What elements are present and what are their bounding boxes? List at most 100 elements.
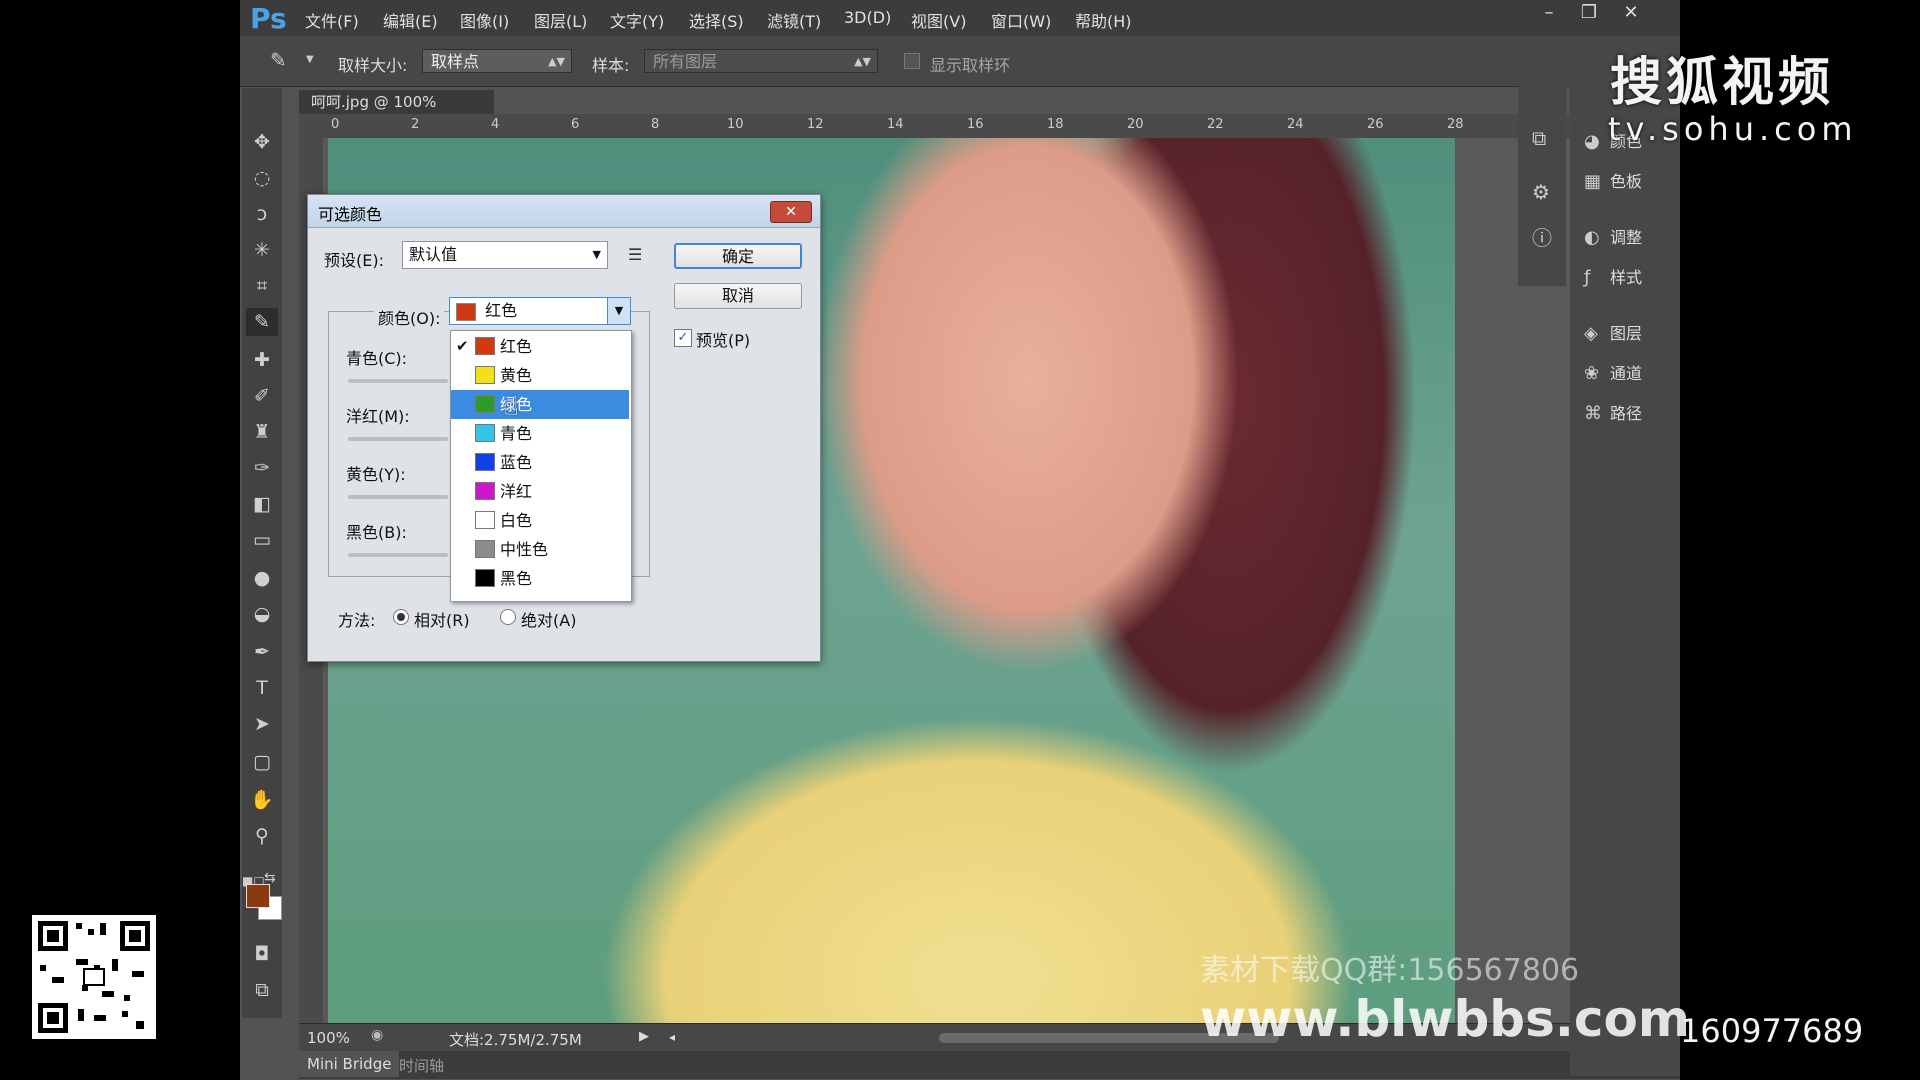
close-icon: ✕ — [785, 204, 797, 220]
info-icon[interactable]: ⓘ — [1532, 222, 1552, 251]
magenta-slider[interactable] — [348, 437, 448, 441]
marquee-tool-icon[interactable]: ◌ — [246, 164, 278, 192]
close-window-button[interactable]: ✕ — [1612, 2, 1650, 26]
menu-image[interactable]: 图像(I) — [460, 8, 509, 32]
lasso-tool-icon[interactable]: ↄ — [246, 200, 278, 228]
healing-brush-tool-icon[interactable]: ✚ — [246, 346, 278, 374]
move-tool-icon[interactable]: ✥ — [246, 128, 278, 156]
color-option-cyan[interactable]: 青色 — [451, 419, 629, 448]
minimize-button[interactable]: – — [1530, 2, 1568, 26]
menu-window[interactable]: 窗口(W) — [991, 8, 1051, 32]
color-option-magenta[interactable]: 洋红 — [451, 477, 629, 506]
hand-tool-icon[interactable]: ✋ — [246, 786, 278, 814]
menu-filter[interactable]: 滤镜(T) — [767, 8, 821, 32]
status-info-icon[interactable]: ◉ — [371, 1027, 383, 1043]
swatches-icon: ▦ — [1584, 171, 1602, 192]
cyan-slider[interactable] — [348, 379, 448, 383]
menu-type[interactable]: 文字(Y) — [610, 8, 664, 32]
black-slider[interactable] — [348, 553, 448, 557]
color-option-blue[interactable]: 蓝色 — [451, 448, 629, 477]
chevron-down-icon[interactable]: ▼ — [607, 298, 630, 324]
color-swatch — [475, 482, 495, 500]
option-label: 黄色 — [500, 366, 533, 385]
ruler-tick: 8 — [651, 117, 660, 132]
color-label: 颜色(O): — [374, 305, 445, 329]
panel-layers[interactable]: ◈ 图层 — [1584, 320, 1642, 344]
panel-swatches[interactable]: ▦ 色板 — [1584, 168, 1642, 192]
sample-size-label: 取样大小: — [338, 56, 408, 75]
pen-tool-icon[interactable]: ✒ — [246, 638, 278, 666]
menu-select[interactable]: 选择(S) — [689, 8, 744, 32]
quick-mask-icon[interactable]: ◘ — [246, 940, 278, 968]
panel-label: 路径 — [1610, 404, 1643, 423]
clone-stamp-tool-icon[interactable]: ♜ — [246, 418, 278, 446]
menu-help[interactable]: 帮助(H) — [1075, 8, 1132, 32]
color-option-red[interactable]: ✔ 红色 — [451, 332, 629, 361]
restore-button[interactable]: ❐ — [1570, 2, 1608, 26]
panel-adjustments[interactable]: ◐ 调整 — [1584, 224, 1642, 248]
menu-view[interactable]: 视图(V) — [911, 8, 966, 32]
eyedropper-icon[interactable]: ✎ — [270, 48, 287, 72]
sample-size-select[interactable]: 取样点 ▲▼ — [422, 49, 572, 73]
zoom-tool-icon[interactable]: ⚲ — [246, 822, 278, 850]
document-tab[interactable]: 呵呵.jpg @ 100%(RGB/8) × — [299, 90, 494, 135]
panel-channels[interactable]: ❀ 通道 — [1584, 360, 1642, 384]
menu-3d[interactable]: 3D(D) — [844, 8, 891, 27]
preset-select[interactable]: 默认值 ▼ — [402, 241, 608, 269]
type-tool-icon[interactable]: T — [246, 674, 278, 702]
scroll-left-icon[interactable]: ◂ — [669, 1030, 675, 1044]
bottom-panel-tabs: Mini Bridge 时间轴 — [299, 1051, 1680, 1079]
panel-styles[interactable]: ƒ 样式 — [1584, 264, 1642, 288]
character-icon[interactable]: ⚙ — [1532, 180, 1550, 204]
photoshop-logo: Ps — [250, 2, 287, 35]
foreground-color-swatch[interactable] — [246, 884, 270, 908]
path-selection-tool-icon[interactable]: ➤ — [246, 710, 278, 738]
radio-dot — [397, 613, 405, 621]
absolute-radio[interactable] — [500, 609, 516, 625]
color-select[interactable]: 红色 ▼ — [449, 297, 631, 325]
color-swatch — [475, 337, 495, 355]
ok-button[interactable]: 确定 — [674, 243, 802, 269]
shape-tool-icon[interactable]: ▢ — [246, 748, 278, 776]
history-brush-tool-icon[interactable]: ✑ — [246, 454, 278, 482]
sample-select[interactable]: 所有图层 ▲▼ — [644, 49, 878, 73]
dialog-title-bar[interactable]: 可选颜色 — [308, 195, 820, 228]
color-option-black[interactable]: 黑色 — [451, 564, 629, 593]
options-bar: ✎ ▼ 取样大小: 取样点 ▲▼ 样本: 所有图层 ▲▼ 显示取样环 — [240, 36, 1680, 87]
eyedropper-tool-icon[interactable]: ✎ — [246, 308, 278, 336]
color-option-white[interactable]: 白色 — [451, 506, 629, 535]
crop-tool-icon[interactable]: ⌗ — [246, 272, 278, 300]
color-option-yellow[interactable]: 黄色 — [451, 361, 629, 390]
zoom-level[interactable]: 100% — [307, 1029, 350, 1047]
tab-timeline[interactable]: 时间轴 — [399, 1055, 444, 1076]
color-option-neutral[interactable]: 中性色 — [451, 535, 629, 564]
chevron-down-icon[interactable]: ▼ — [306, 54, 314, 65]
eraser-tool-icon[interactable]: ◧ — [246, 490, 278, 518]
magic-wand-tool-icon[interactable]: ✳ — [246, 236, 278, 264]
status-arrow-icon[interactable]: ▶ — [639, 1029, 649, 1044]
menu-edit[interactable]: 编辑(E) — [383, 8, 438, 32]
preview-checkbox[interactable]: ✓ — [674, 329, 692, 347]
ruler-tick: 22 — [1207, 117, 1224, 132]
ruler-tick: 12 — [807, 117, 824, 132]
brush-tool-icon[interactable]: ✐ — [246, 382, 278, 410]
cancel-button[interactable]: 取消 — [674, 283, 802, 309]
gradient-tool-icon[interactable]: ▭ — [246, 526, 278, 554]
menu-file[interactable]: 文件(F) — [305, 8, 359, 32]
tab-mini-bridge[interactable]: Mini Bridge — [299, 1051, 400, 1077]
panel-paths[interactable]: ⌘ 路径 — [1584, 400, 1642, 424]
dodge-tool-icon[interactable]: ◒ — [246, 600, 278, 628]
menu-layer[interactable]: 图层(L) — [534, 8, 587, 32]
color-dropdown-list: ✔ 红色 黄色 绿色 青色 蓝色 洋红 白色 中性色 黑色 — [450, 330, 632, 602]
preset-options-icon[interactable]: ☰ — [628, 245, 642, 264]
blur-tool-icon[interactable]: ● — [246, 564, 278, 592]
screen-mode-icon[interactable]: ⧉ — [246, 976, 278, 1004]
relative-radio[interactable] — [393, 609, 409, 625]
color-option-green[interactable]: 绿色 — [451, 390, 629, 419]
yellow-slider[interactable] — [348, 495, 448, 499]
dialog-close-button[interactable]: ✕ — [770, 201, 812, 223]
history-icon[interactable]: ⧉ — [1532, 126, 1546, 150]
show-ring-checkbox[interactable] — [904, 53, 920, 69]
ruler-tick: 2 — [411, 117, 420, 132]
sample-value: 所有图层 — [653, 52, 718, 71]
